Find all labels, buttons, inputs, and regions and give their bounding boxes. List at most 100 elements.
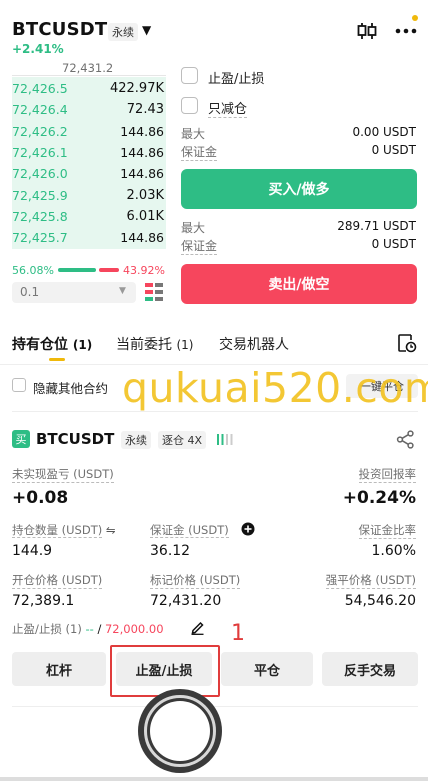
margin-value: 36.12 (150, 543, 191, 559)
orderbook-price: 72,426.1 (12, 144, 68, 160)
mark-price-value: 72,431.20 (150, 593, 222, 609)
buy-max-label: 最大 (181, 127, 206, 141)
upnl-value: +0.08 (12, 488, 69, 508)
position-symbol[interactable]: BTCUSDT (36, 430, 114, 448)
orderbook-qty: 144.86 (120, 144, 164, 160)
position-tpsl-label: 止盈/止损 (1) (12, 622, 82, 636)
divider (12, 411, 418, 412)
orderbook-row[interactable]: 72,425.9 2.03K (12, 183, 166, 207)
orderbook-price: 72,426.2 (12, 123, 68, 139)
orderbook-row[interactable]: 72,425.8 6.01K (12, 204, 166, 228)
add-margin-icon[interactable] (241, 522, 255, 536)
symbol-title[interactable]: BTCUSDT (12, 19, 107, 40)
liq-price-value: 54,546.20 (344, 593, 416, 609)
tab-trading-bots[interactable]: 交易机器人 (219, 334, 289, 354)
watermark: qukuai520.com (122, 364, 428, 412)
swap-icon[interactable]: ⇋ (106, 523, 116, 537)
tpsl-label: 止盈/止损 (208, 72, 265, 87)
orderbook-qty: 422.97K (109, 81, 164, 96)
sell-short-button[interactable]: 卖出/做空 (181, 264, 417, 304)
signal-bars-icon (217, 434, 233, 445)
tab-open-orders-count: (1) (176, 338, 194, 352)
orderbook-mark-price: 72,431.2 (62, 61, 114, 75)
orderbook-qty: 144.86 (120, 166, 164, 182)
buy-margin-value: 0 USDT (371, 143, 416, 157)
chevron-down-icon: ▼ (119, 286, 126, 296)
orderbook-qty: 6.01K (126, 208, 164, 224)
tab-positions-label: 持有仓位 (12, 337, 68, 353)
orderbook-row[interactable]: 72,426.1 144.86 (12, 140, 166, 164)
roi-label: 投资回报率 (358, 467, 416, 483)
position-tpsl-line: 止盈/止损 (1) -- / 72,000.00 (12, 621, 164, 637)
tab-positions[interactable]: 持有仓位 (1) (12, 334, 92, 354)
orderbook-qty: 144.86 (120, 123, 164, 139)
orderbook-price: 72,425.9 (12, 187, 68, 203)
sell-margin-label: 保证金 (181, 239, 218, 255)
orderbook-row[interactable]: 72,426.5 422.97K (12, 77, 166, 100)
sell-margin-value: 0 USDT (371, 237, 416, 251)
entry-price-label: 开仓价格 (USDT) (12, 573, 103, 589)
tab-open-orders-label: 当前委托 (116, 337, 172, 353)
divider (12, 75, 166, 76)
margin-ratio-value: 1.60% (371, 543, 416, 559)
size-label-text: 持仓数量 (USDT) (12, 523, 103, 538)
orderbook-price: 72,426.5 (12, 81, 68, 96)
orderbook-row[interactable]: 72,425.7 144.86 (12, 226, 166, 250)
price-change: +2.41% (12, 42, 64, 56)
position-tp-value: -- (85, 622, 94, 636)
orderbook-row[interactable]: 72,426.0 144.86 (12, 162, 166, 186)
orderbook-price: 72,425.8 (12, 208, 68, 224)
tpsl-checkbox[interactable] (181, 67, 198, 84)
reduce-only-checkbox[interactable] (181, 97, 198, 114)
buy-ratio: 56.08% (12, 264, 54, 277)
upnl-label: 未实现盈亏 (USDT) (12, 467, 114, 483)
entry-price-value: 72,389.1 (12, 593, 75, 609)
roi-value: +0.24% (342, 488, 416, 508)
position-sl-value: 72,000.00 (104, 622, 164, 636)
tab-open-orders[interactable]: 当前委托 (1) (116, 334, 193, 354)
hide-other-checkbox[interactable] (12, 378, 26, 392)
size-label: 持仓数量 (USDT) ⇋ (12, 522, 116, 538)
position-tpsl-separator: / (97, 622, 102, 636)
orderbook-row[interactable]: 72,426.4 72.43 (12, 98, 166, 122)
buy-margin-label: 保证金 (181, 145, 218, 161)
history-icon[interactable] (397, 333, 417, 353)
buy-max-value: 0.00 USDT (352, 125, 416, 139)
annotation-highlight-box (110, 645, 220, 697)
position-contract-tag: 永续 (121, 431, 151, 449)
reverse-position-button[interactable]: 反手交易 (322, 652, 418, 686)
notification-dot (412, 15, 418, 21)
orderbook-price: 72,426.0 (12, 166, 68, 182)
liq-price-label: 强平价格 (USDT) (325, 573, 416, 589)
hide-other-label: 隐藏其他合约 (33, 381, 109, 396)
margin-ratio-label: 保证金比率 (358, 523, 416, 539)
buy-long-button[interactable]: 买入/做多 (181, 169, 417, 209)
orderbook-view-icon[interactable] (145, 283, 163, 301)
position-side-badge: 买 (12, 430, 30, 448)
sell-max-value: 289.71 USDT (337, 219, 416, 233)
orderbook-qty: 72.43 (126, 102, 164, 118)
margin-label: 保证金 (USDT) (150, 522, 229, 538)
bottom-bar (0, 777, 428, 781)
buy-ratio-bar (58, 268, 96, 272)
assistive-touch-inner (150, 701, 210, 761)
orderbook-qty: 2.03K (126, 187, 164, 203)
edit-icon[interactable] (190, 620, 205, 635)
leverage-button[interactable]: 杠杆 (12, 652, 106, 686)
reduce-only-label: 只减仓 (208, 98, 248, 118)
orderbook-row[interactable]: 72,426.2 144.86 (12, 119, 166, 143)
size-value: 144.9 (12, 543, 53, 559)
price-step-select[interactable]: 0.1 (12, 282, 136, 303)
share-icon[interactable] (396, 430, 415, 449)
close-position-button[interactable]: 平仓 (221, 652, 313, 686)
sell-ratio: 43.92% (123, 264, 165, 277)
caret-down-icon[interactable]: ▼ (142, 23, 151, 37)
more-icon[interactable] (395, 22, 417, 40)
tab-positions-count: (1) (72, 338, 93, 352)
orderbook-price: 72,426.4 (12, 102, 68, 118)
candlestick-chart-icon[interactable] (356, 22, 378, 40)
position-margin-mode-tag[interactable]: 逐仓 4X (158, 431, 207, 449)
sell-ratio-bar (99, 268, 119, 272)
margin-label-text: 保证金 (USDT) (150, 523, 229, 538)
mark-price-label: 标记价格 (USDT) (150, 573, 241, 589)
